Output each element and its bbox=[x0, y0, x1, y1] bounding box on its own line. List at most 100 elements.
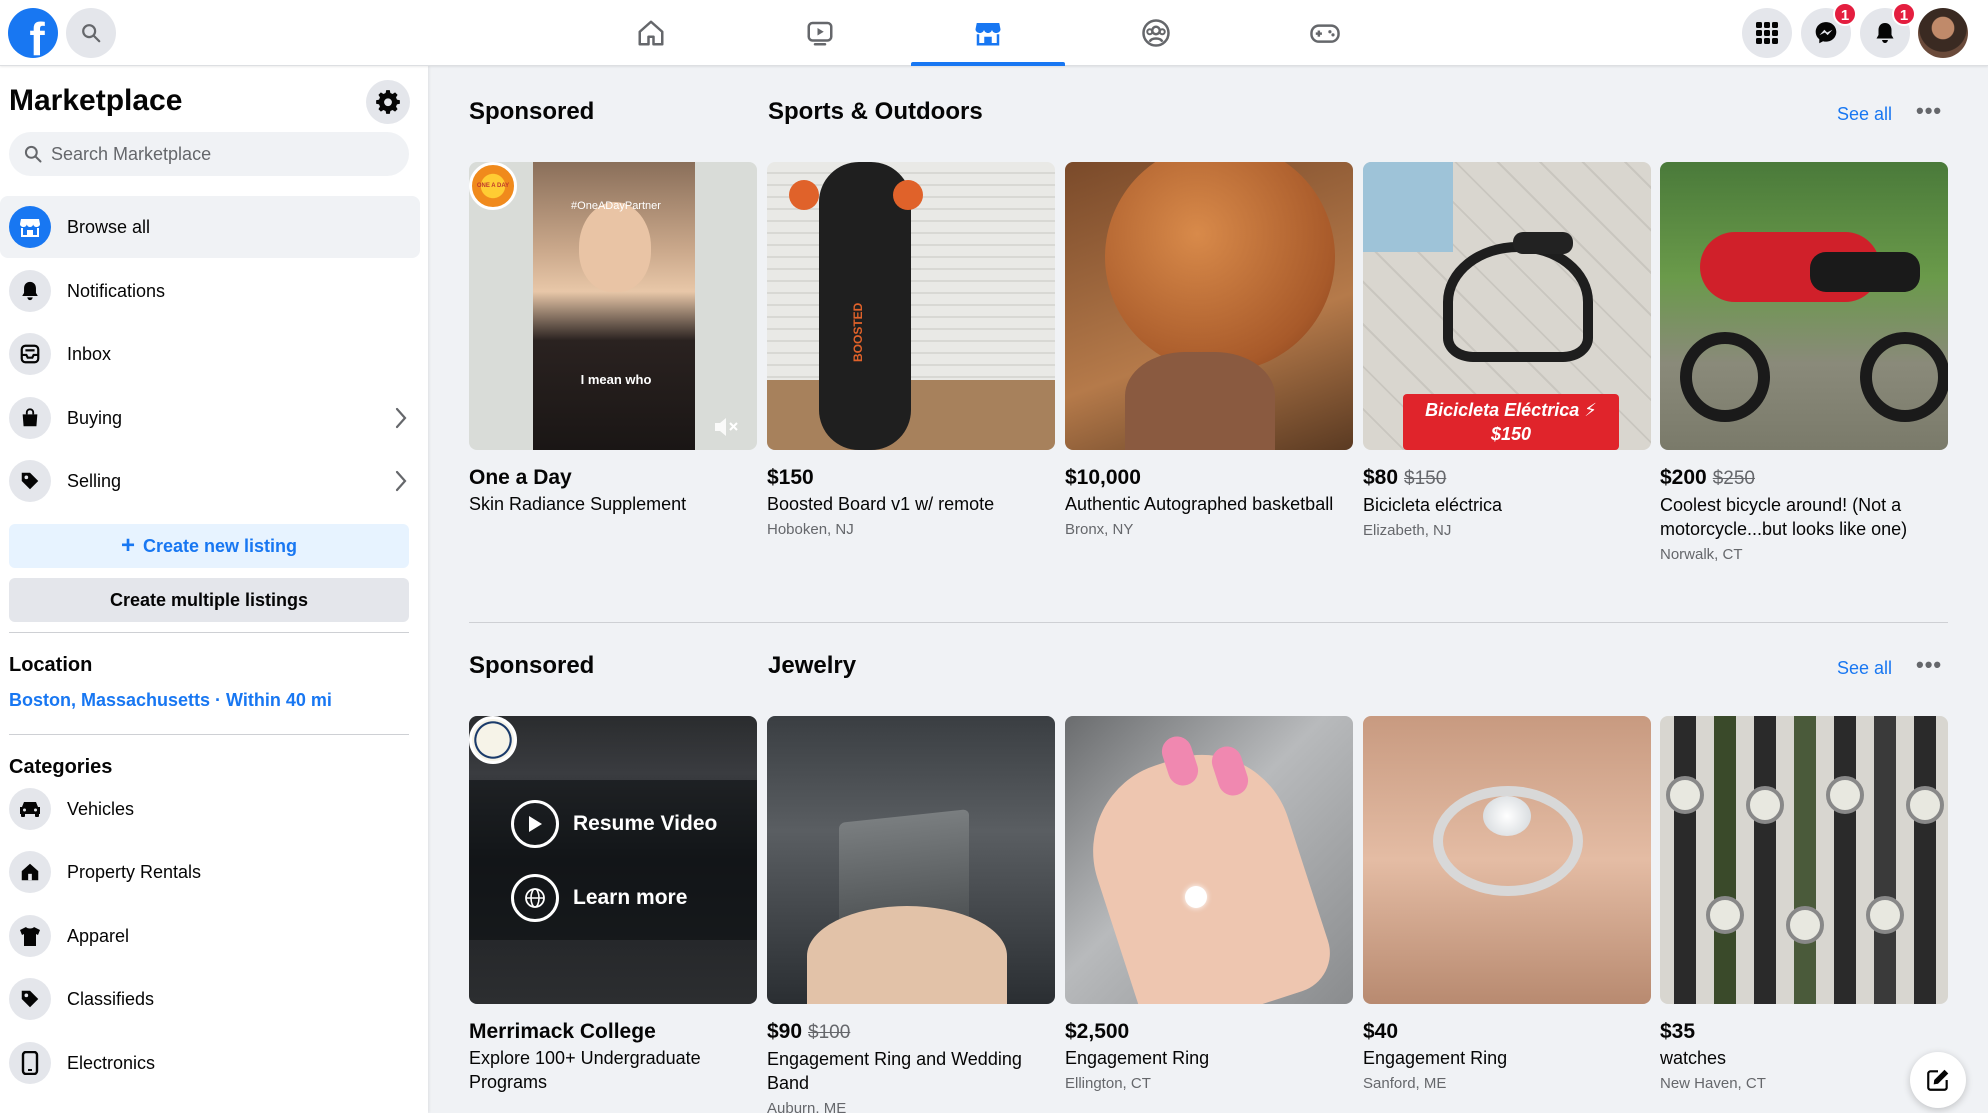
plus-icon: + bbox=[120, 532, 135, 559]
sidebar-divider bbox=[9, 632, 409, 633]
sponsored-label: Sponsored bbox=[469, 98, 595, 125]
phone-icon bbox=[9, 1042, 51, 1084]
ad-title: Merrimack College bbox=[469, 1020, 656, 1043]
ad-video[interactable]: #OneADayPartner I mean who ONE A DAY bbox=[469, 162, 757, 450]
tab-gaming[interactable] bbox=[1248, 0, 1402, 66]
resume-video-button[interactable]: Resume Video bbox=[511, 800, 717, 848]
board-brand-text: BOOSTED bbox=[851, 302, 865, 362]
messenger-icon bbox=[1815, 22, 1837, 44]
listing-location: Ellington, CT bbox=[1065, 1075, 1151, 1092]
notifications-button[interactable]: 1 bbox=[1860, 2, 1916, 58]
listing-price: $2,500 bbox=[1065, 1020, 1353, 1044]
marketplace-search-input[interactable] bbox=[51, 143, 391, 165]
listing-title: Engagement Ring bbox=[1065, 1048, 1210, 1068]
listing-location: Elizabeth, NJ bbox=[1363, 522, 1452, 539]
sidebar-item-label: Classifieds bbox=[67, 988, 155, 1009]
listing-price-value: $150 bbox=[767, 466, 814, 489]
marketplace-search-field[interactable] bbox=[9, 132, 409, 176]
one-a-day-logo-text: ONE A DAY bbox=[476, 183, 510, 189]
location-filter-link[interactable]: Boston, Massachusetts · Within 40 mi bbox=[9, 690, 332, 711]
search-icon bbox=[24, 145, 42, 163]
sidebar-item-browse-all[interactable]: Browse all bbox=[0, 196, 420, 258]
tab-watch[interactable] bbox=[743, 0, 897, 66]
more-options-icon[interactable]: ••• bbox=[1916, 98, 1942, 124]
tab-groups[interactable] bbox=[1079, 0, 1233, 66]
sidebar-item-label: Inbox bbox=[67, 343, 112, 364]
listing-card[interactable]: $2,500 Engagement Ring Ellington, CT bbox=[1065, 716, 1353, 1094]
create-multiple-listings-label: Create multiple listings bbox=[109, 589, 309, 610]
sidebar-item-label: Vehicles bbox=[67, 798, 135, 819]
messenger-badge: 1 bbox=[1833, 2, 1857, 26]
menu-button[interactable] bbox=[1742, 8, 1792, 58]
see-all-jewelry-link[interactable]: See all bbox=[1837, 658, 1892, 679]
create-new-listing-label: Create new listing bbox=[142, 535, 298, 556]
create-multiple-listings-button[interactable]: Create multiple listings bbox=[9, 578, 409, 622]
listing-old-price: $150 bbox=[1404, 468, 1447, 489]
listing-price-value: $35 bbox=[1660, 1020, 1696, 1043]
sidebar-item-inbox[interactable]: Inbox bbox=[0, 323, 420, 385]
more-options-icon[interactable]: ••• bbox=[1916, 652, 1942, 678]
sidebar-item-label: Buying bbox=[67, 407, 123, 428]
sidebar-item-buying[interactable]: Buying bbox=[0, 387, 420, 449]
search-button[interactable] bbox=[66, 8, 116, 58]
listing-card[interactable]: $10,000 Authentic Autographed basketball… bbox=[1065, 162, 1353, 540]
sidebar-item-label: Electronics bbox=[67, 1052, 156, 1073]
facebook-logo-letter: f bbox=[29, 13, 45, 58]
sidebar-item-selling[interactable]: Selling bbox=[0, 450, 420, 512]
sidebar-item-notifications[interactable]: Notifications bbox=[0, 260, 420, 322]
sidebar-item-classifieds[interactable]: Classifieds bbox=[0, 968, 420, 1030]
sponsored-ad-card[interactable]: Resume Video Learn more Merrimack Colleg… bbox=[469, 716, 757, 1094]
avatar[interactable] bbox=[1918, 8, 1968, 58]
sidebar-item-label: Notifications bbox=[67, 280, 166, 301]
listing-card[interactable]: $35 watches New Haven, CT bbox=[1660, 716, 1948, 1094]
sidebar-item-property-rentals[interactable]: Property Rentals bbox=[0, 841, 420, 903]
facebook-logo[interactable]: f bbox=[8, 8, 58, 58]
listing-title: Boosted Board v1 w/ remote bbox=[767, 494, 995, 514]
bell-icon bbox=[9, 270, 51, 312]
listing-price: $200 $250 bbox=[1660, 466, 1948, 491]
marketplace-icon bbox=[975, 23, 1001, 46]
tab-home[interactable] bbox=[574, 0, 728, 66]
resume-video-label: Resume Video bbox=[573, 812, 718, 835]
ad-video-caption: I mean who bbox=[580, 372, 652, 387]
messenger-button[interactable]: 1 bbox=[1801, 2, 1857, 58]
listing-price-value: $90 bbox=[767, 1020, 803, 1043]
sidebar-item-apparel[interactable]: Apparel bbox=[0, 905, 420, 967]
ad-video-face bbox=[579, 202, 651, 292]
ad-title: One a Day bbox=[469, 466, 572, 489]
marketplace-icon bbox=[9, 206, 51, 248]
sidebar-item-electronics[interactable]: Electronics bbox=[0, 1032, 420, 1094]
top-navigation-bar: f 1 1 bbox=[0, 0, 1988, 66]
listing-card[interactable]: $200 $250 Coolest bicycle around! (Not a … bbox=[1660, 162, 1948, 565]
listing-title: Authentic Autographed basketball bbox=[1065, 494, 1334, 514]
listing-price-value: $40 bbox=[1363, 1020, 1399, 1043]
listing-price-value: $200 bbox=[1660, 466, 1707, 489]
sidebar-item-vehicles[interactable]: Vehicles bbox=[0, 778, 420, 840]
car-icon bbox=[9, 788, 51, 830]
notifications-badge: 1 bbox=[1892, 2, 1916, 26]
listing-card[interactable]: BOOSTED $150 Boosted Board v1 w/ remote … bbox=[767, 162, 1055, 540]
home-icon bbox=[638, 20, 664, 46]
tab-marketplace[interactable] bbox=[911, 0, 1065, 66]
tag-icon bbox=[9, 460, 51, 502]
learn-more-button[interactable]: Learn more bbox=[511, 874, 687, 922]
listing-card[interactable]: $40 Engagement Ring Sanford, ME bbox=[1363, 716, 1651, 1094]
listing-card[interactable]: Bicicleta Eléctrica ⚡ $150 $80 $150 Bicic… bbox=[1363, 162, 1651, 541]
section-title-sports-outdoors: Sports & Outdoors bbox=[768, 98, 983, 125]
mute-icon[interactable] bbox=[713, 416, 739, 443]
listing-old-price: $250 bbox=[1712, 468, 1755, 489]
sidebar-item-label: Apparel bbox=[67, 925, 130, 946]
marketplace-sidebar: Marketplace Browse all Notifications Inb… bbox=[0, 66, 428, 1113]
sponsored-ad-card[interactable]: #OneADayPartner I mean who ONE A DAY One… bbox=[469, 162, 757, 516]
see-all-sports-link[interactable]: See all bbox=[1837, 104, 1892, 125]
ad-video[interactable]: Resume Video Learn more bbox=[469, 716, 757, 1004]
section-title-jewelry: Jewelry bbox=[768, 652, 857, 679]
ad-subtitle: Explore 100+ Undergraduate Programs bbox=[469, 1048, 701, 1092]
settings-button[interactable] bbox=[366, 80, 410, 124]
listing-title: Engagement Ring and Wedding Band bbox=[767, 1049, 1022, 1093]
create-new-listing-button[interactable]: + Create new listing bbox=[9, 524, 409, 568]
new-message-button[interactable] bbox=[1910, 1052, 1966, 1108]
listing-location: Auburn, ME bbox=[767, 1100, 847, 1113]
listing-card[interactable]: $90 $100 Engagement Ring and Wedding Band… bbox=[767, 716, 1055, 1113]
sidebar-item-label: Selling bbox=[67, 470, 122, 491]
